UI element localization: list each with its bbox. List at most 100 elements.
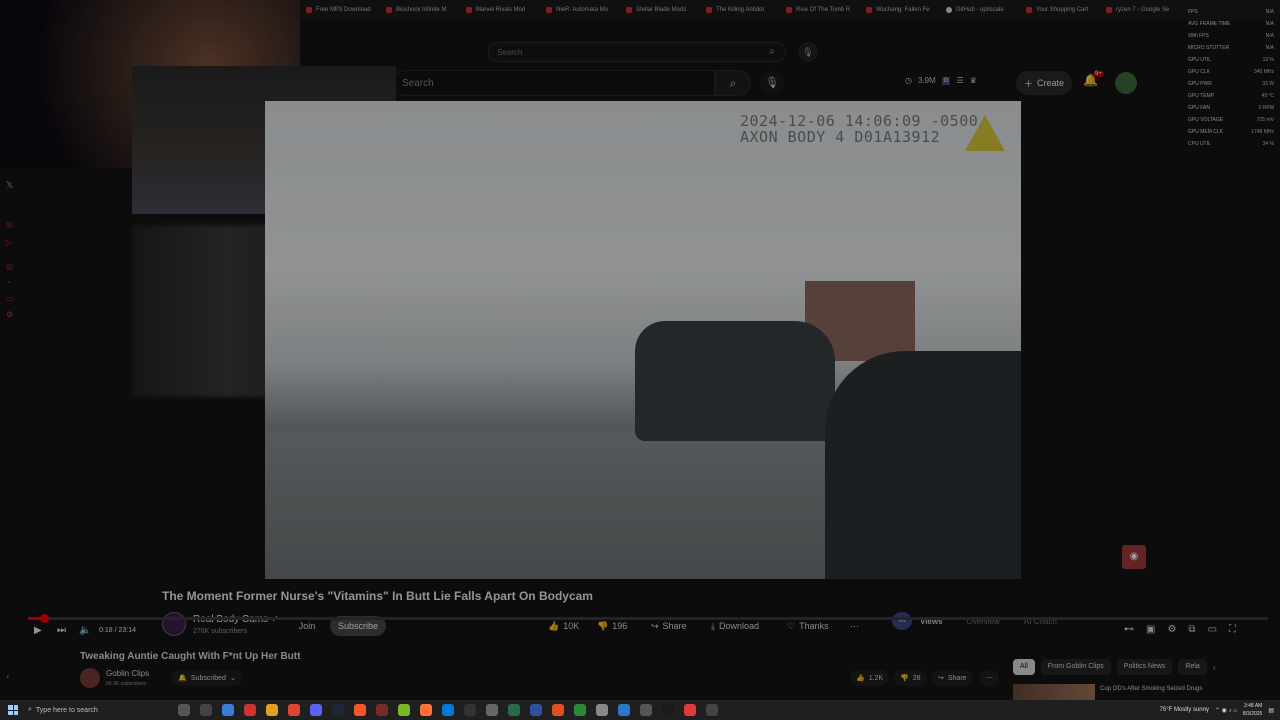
sidebar-icon-4[interactable]: ◔ [6, 278, 11, 287]
bell-icon: 🔔 [178, 675, 187, 682]
volume-icon[interactable]: 🔈 [79, 625, 91, 636]
app-icon-13[interactable] [618, 704, 630, 716]
captions-icon[interactable]: ▣ [1146, 624, 1155, 635]
browser-tab[interactable]: Free MP3 Download [300, 1, 378, 19]
progress-handle[interactable] [40, 614, 49, 623]
tab-favicon-icon [1026, 7, 1032, 13]
youtube-search-input[interactable]: Search [393, 70, 715, 96]
extension-widget-icon[interactable]: ◉ [1122, 545, 1146, 569]
progress-bar[interactable] [28, 617, 1268, 620]
recommendation-title[interactable]: Cop OD's After Smoking Seized Drugs [1100, 685, 1210, 693]
browser-tab[interactable]: Your Shopping Cart [1020, 1, 1098, 19]
edge-icon[interactable] [442, 704, 454, 716]
outer-mic-icon[interactable]: 🎙 [798, 42, 818, 62]
search-icon[interactable]: ⌕ [715, 70, 751, 96]
second-channel-name[interactable]: Goblin Clips [106, 669, 149, 678]
brave-icon[interactable] [354, 704, 366, 716]
autoplay-toggle-icon[interactable]: ⊷ [1124, 624, 1134, 635]
menu-icon[interactable]: ☰ [956, 76, 963, 85]
app-icon-11[interactable] [574, 704, 586, 716]
app-icon-17[interactable] [706, 704, 718, 716]
chevron-right-icon[interactable]: › [1213, 663, 1216, 672]
app-icon-3[interactable] [266, 704, 278, 716]
browser-tab[interactable]: Bioshock Infinite M [380, 1, 458, 19]
app-icon-7[interactable] [486, 704, 498, 716]
second-more-button[interactable]: ⋯ [980, 670, 999, 686]
windows-start-icon[interactable] [8, 705, 18, 715]
tab-favicon-icon [546, 7, 552, 13]
app-icon-5[interactable] [398, 704, 410, 716]
chrome-icon[interactable] [288, 704, 300, 716]
second-like-button[interactable]: 👍 1.2K [850, 670, 890, 686]
sidebar-icon-3[interactable]: ◎ [6, 262, 13, 271]
app-icon-10[interactable] [552, 704, 564, 716]
discord-icon[interactable] [310, 704, 322, 716]
app-icon-6[interactable] [464, 704, 476, 716]
app-icon-2[interactable] [244, 704, 256, 716]
extension-icon[interactable]: G [941, 76, 951, 85]
sidebar-icon-7[interactable]: ◐ [6, 672, 11, 681]
perf-label: GPU FAN [1188, 105, 1210, 111]
next-icon[interactable]: ⏭ [57, 625, 66, 636]
mic-icon[interactable]: 🎙 [760, 71, 784, 95]
app-icon-9[interactable] [530, 704, 542, 716]
firefox-icon[interactable] [420, 704, 432, 716]
sidebar-icon-6[interactable]: ⚙ [6, 310, 13, 319]
sidebar-icon-5[interactable]: ▭ [6, 294, 14, 303]
tab-label: Free MP3 Download [316, 7, 371, 13]
browser-tab[interactable]: NieR: Automata Mo [540, 1, 618, 19]
browser-tab[interactable]: Wuchang: Fallen Fe [860, 1, 938, 19]
browser-tab[interactable]: Stellar Blade Mods [620, 1, 698, 19]
channel-avatar[interactable] [162, 612, 186, 636]
tray-icons[interactable]: ⌃ ◉ ♪ ⌂ [1215, 707, 1237, 714]
chip-politics-news[interactable]: Politics News [1116, 659, 1173, 675]
create-button[interactable]: ＋ Create [1016, 71, 1072, 95]
recommendation-chips: All From Goblin Clips Politics News Rela… [1013, 659, 1216, 675]
app-icon-8[interactable] [508, 704, 520, 716]
app-icon-4[interactable] [376, 704, 388, 716]
chip-related[interactable]: Rela [1178, 659, 1207, 675]
app-icon-15[interactable] [662, 704, 674, 716]
subscribed-button[interactable]: 🔔 Subscribed ⌄ [172, 670, 242, 686]
browser-tab[interactable]: Rise Of The Tomb R [780, 1, 858, 19]
app-icon-1[interactable] [222, 704, 234, 716]
sidebar-icon-1[interactable]: ◎ [6, 220, 13, 229]
theater-icon[interactable]: ▭ [1208, 624, 1217, 635]
chip-all[interactable]: All [1013, 659, 1035, 675]
chip-from-channel[interactable]: From Goblin Clips [1040, 659, 1111, 675]
x-icon[interactable]: 𝕏 [6, 180, 13, 191]
app-icon-12[interactable] [596, 704, 608, 716]
miniplayer-icon[interactable]: ⧉ [1188, 624, 1195, 635]
second-channel-avatar[interactable] [80, 668, 100, 688]
screen: Free MP3 Download Bioshock Infinite M Marv… [0, 0, 1280, 720]
dislike-count: 196 [612, 621, 628, 631]
perf-row: MICRO STUTTER N/A [1188, 42, 1274, 54]
cortana-icon[interactable] [178, 704, 190, 716]
fullscreen-icon[interactable]: ⛶ [1229, 624, 1236, 635]
play-icon[interactable]: ▶ [34, 625, 42, 636]
clock[interactable]: 3:48 AM 8/3/2025 [1243, 702, 1262, 718]
taskbar-search[interactable]: ⌕ Type here to search [28, 706, 158, 714]
browser-tab[interactable]: The Killing Antidot [700, 1, 778, 19]
weather-text[interactable]: 75°F Mostly sunny [1160, 707, 1209, 713]
task-view-icon[interactable] [200, 704, 212, 716]
app-icon-16[interactable] [684, 704, 696, 716]
ai-badge[interactable]: AI [892, 612, 912, 630]
like-count: 10K [563, 621, 580, 631]
app-icon-14[interactable] [640, 704, 652, 716]
video-player[interactable]: 2024-12-06 14:06:09 -0500 AXON BODY 4 D0… [265, 101, 1021, 579]
browser-tab[interactable]: GitHub - optiscale [940, 1, 1018, 19]
notifications-icon[interactable]: ▤ [1268, 707, 1274, 714]
browser-tab[interactable]: Marvel Rivals Mod [460, 1, 538, 19]
outer-search-icon[interactable]: ⌕ [758, 42, 786, 62]
browser-tab[interactable]: ryzen 7 - Google Se [1100, 1, 1178, 19]
outer-search-input[interactable]: Search [488, 42, 786, 62]
settings-icon[interactable]: ⚙ [1167, 624, 1176, 635]
steam-icon[interactable] [332, 704, 344, 716]
trophy-icon[interactable]: ♛ [970, 76, 977, 85]
second-dislike-button[interactable]: 👎 28 [894, 670, 927, 686]
perf-label: 99th FPS [1188, 33, 1209, 39]
sidebar-icon-2[interactable]: ▷ [6, 238, 12, 247]
avatar[interactable] [1115, 72, 1137, 94]
second-share-button[interactable]: ↪ Share [932, 670, 973, 686]
